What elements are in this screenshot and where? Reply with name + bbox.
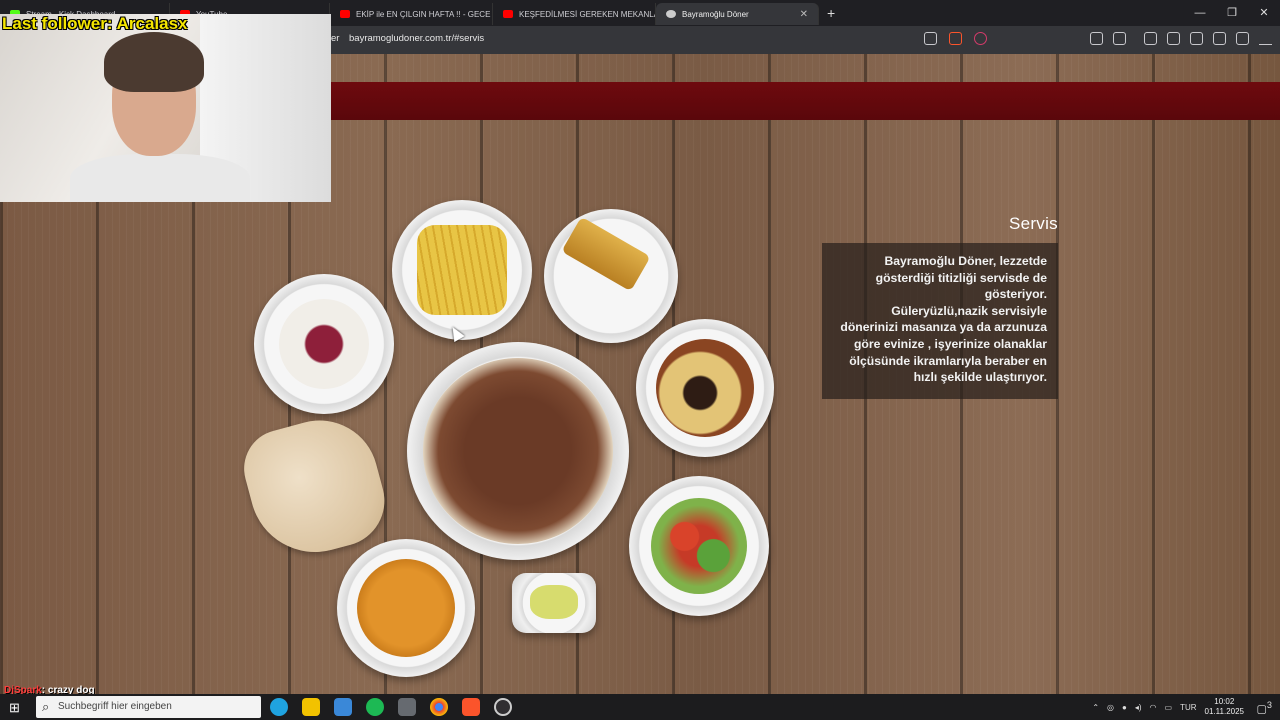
wifi-icon[interactable]: ◠ — [1150, 703, 1157, 712]
brave-icon[interactable] — [462, 698, 480, 716]
tab-label: KEŞFEDİLMESİ GEREKEN MEKANLAR — [519, 9, 656, 19]
description-line: gösterdiği titizliği servisde de — [875, 270, 1047, 285]
toolbar-icons — [1090, 32, 1272, 45]
sidebar-icon[interactable] — [1167, 32, 1180, 45]
description-line: gösteriyor. — [984, 287, 1047, 302]
pickles-plate — [512, 573, 596, 633]
wallet-icon[interactable] — [1190, 32, 1203, 45]
description-line: göre evinize , işyerinize olanaklar — [853, 336, 1047, 351]
description-line: dönerinizi masanıza ya da arzunuza — [840, 320, 1047, 335]
last-follower-label: Last follower: Arcalasx — [2, 14, 188, 33]
site-icon — [666, 10, 676, 18]
description-line: ölçüsünde ikramlarıyla beraber en — [849, 353, 1047, 368]
media-icon[interactable] — [1144, 32, 1157, 45]
menu-icon[interactable] — [1259, 32, 1272, 45]
leo-ai-icon[interactable] — [1213, 32, 1226, 45]
fries-plate — [392, 200, 532, 340]
tab-bayramoglu-doner[interactable]: Bayramoğlu Döner ✕ — [656, 3, 819, 25]
vpn-icon[interactable] — [1236, 32, 1249, 45]
url-fragment: er — [331, 33, 340, 44]
chevron-up-icon[interactable]: ⌃ — [1092, 703, 1099, 712]
section-title: Servis — [1008, 214, 1058, 233]
salad-plate — [629, 476, 769, 616]
minimize-button[interactable]: — — [1184, 0, 1216, 26]
brand-band — [330, 82, 1280, 120]
edge-icon[interactable] — [270, 698, 288, 716]
webcam-overlay — [0, 14, 331, 202]
reader-mode-icon[interactable] — [1113, 32, 1126, 45]
chrome-icon[interactable] — [430, 698, 448, 716]
new-tab-button[interactable]: + — [827, 5, 835, 21]
close-window-button[interactable]: ✕ — [1248, 0, 1280, 26]
clock-time: 10:02 — [1214, 697, 1235, 706]
close-tab-icon[interactable]: ✕ — [800, 9, 808, 20]
extensions-icon[interactable] — [1090, 32, 1103, 45]
youtube-icon — [503, 10, 513, 18]
tab-ekip-video[interactable]: EKİP ile EN ÇILGIN HAFTA !! - GECE H — [330, 3, 493, 25]
file-explorer-icon[interactable] — [302, 698, 320, 716]
tab-label: EKİP ile EN ÇILGIN HAFTA !! - GECE H — [356, 9, 493, 19]
address-icons — [924, 32, 987, 45]
windows-taskbar: ⊞ Suchbegriff hier eingeben ⌃ ◎ ● ◂) ◠ ▭… — [0, 694, 1280, 720]
clock-date: 01.11.2025 — [1204, 707, 1244, 716]
description-line: Bayramoğlu Döner, lezzetde — [884, 254, 1047, 268]
taskbar-apps — [270, 698, 512, 716]
brave-shield-icon[interactable] — [949, 32, 962, 45]
obs-icon[interactable] — [494, 698, 512, 716]
url-field[interactable]: bayramogludoner.com.tr/#servis — [349, 33, 484, 44]
volume-icon[interactable]: ◂) — [1135, 703, 1142, 712]
description-box: Bayramoğlu Döner, lezzetde gösterdiği ti… — [822, 243, 1058, 399]
system-tray: ⌃ ◎ ● ◂) ◠ ▭ TUR 10:02 01.11.2025 — [1092, 694, 1244, 720]
notification-icon[interactable]: ▢3 — [1257, 700, 1273, 716]
youtube-icon — [340, 10, 350, 18]
streamer-shirt — [70, 154, 250, 202]
windows-start-icon[interactable]: ⊞ — [9, 700, 20, 716]
doner-plate — [407, 342, 629, 560]
network-icon[interactable]: ◎ — [1107, 703, 1114, 712]
baklava-plate — [544, 209, 678, 343]
tab-mekanlar-video[interactable]: KEŞFEDİLMESİ GEREKEN MEKANLAR — [493, 3, 656, 25]
calculator-icon[interactable] — [398, 698, 416, 716]
microphone-icon[interactable]: ● — [1122, 703, 1127, 712]
lavash-bread — [235, 407, 395, 567]
taskbar-search-input[interactable]: Suchbegriff hier eingeben — [36, 696, 261, 718]
streamer-headphones — [104, 32, 204, 92]
share-icon[interactable] — [924, 32, 937, 45]
clock[interactable]: 10:02 01.11.2025 — [1205, 697, 1244, 717]
tab-label: Bayramoğlu Döner — [682, 9, 749, 19]
brave-rewards-icon[interactable] — [974, 32, 987, 45]
onion-plate — [254, 274, 394, 414]
description-line: Güleryüzlü,nazik servisiyle — [891, 303, 1047, 318]
description-line: hızlı şekilde ulaştırıyor. — [913, 370, 1047, 385]
window-controls: — ❐ ✕ — [1184, 0, 1280, 26]
dessert-plate — [636, 319, 774, 457]
notification-count: 3 — [1266, 700, 1272, 710]
soup-bowl — [337, 539, 475, 677]
restore-button[interactable]: ❐ — [1216, 0, 1248, 26]
language-indicator[interactable]: TUR — [1180, 703, 1196, 712]
battery-icon[interactable]: ▭ — [1165, 703, 1173, 712]
store-icon[interactable] — [334, 698, 352, 716]
spotify-icon[interactable] — [366, 698, 384, 716]
